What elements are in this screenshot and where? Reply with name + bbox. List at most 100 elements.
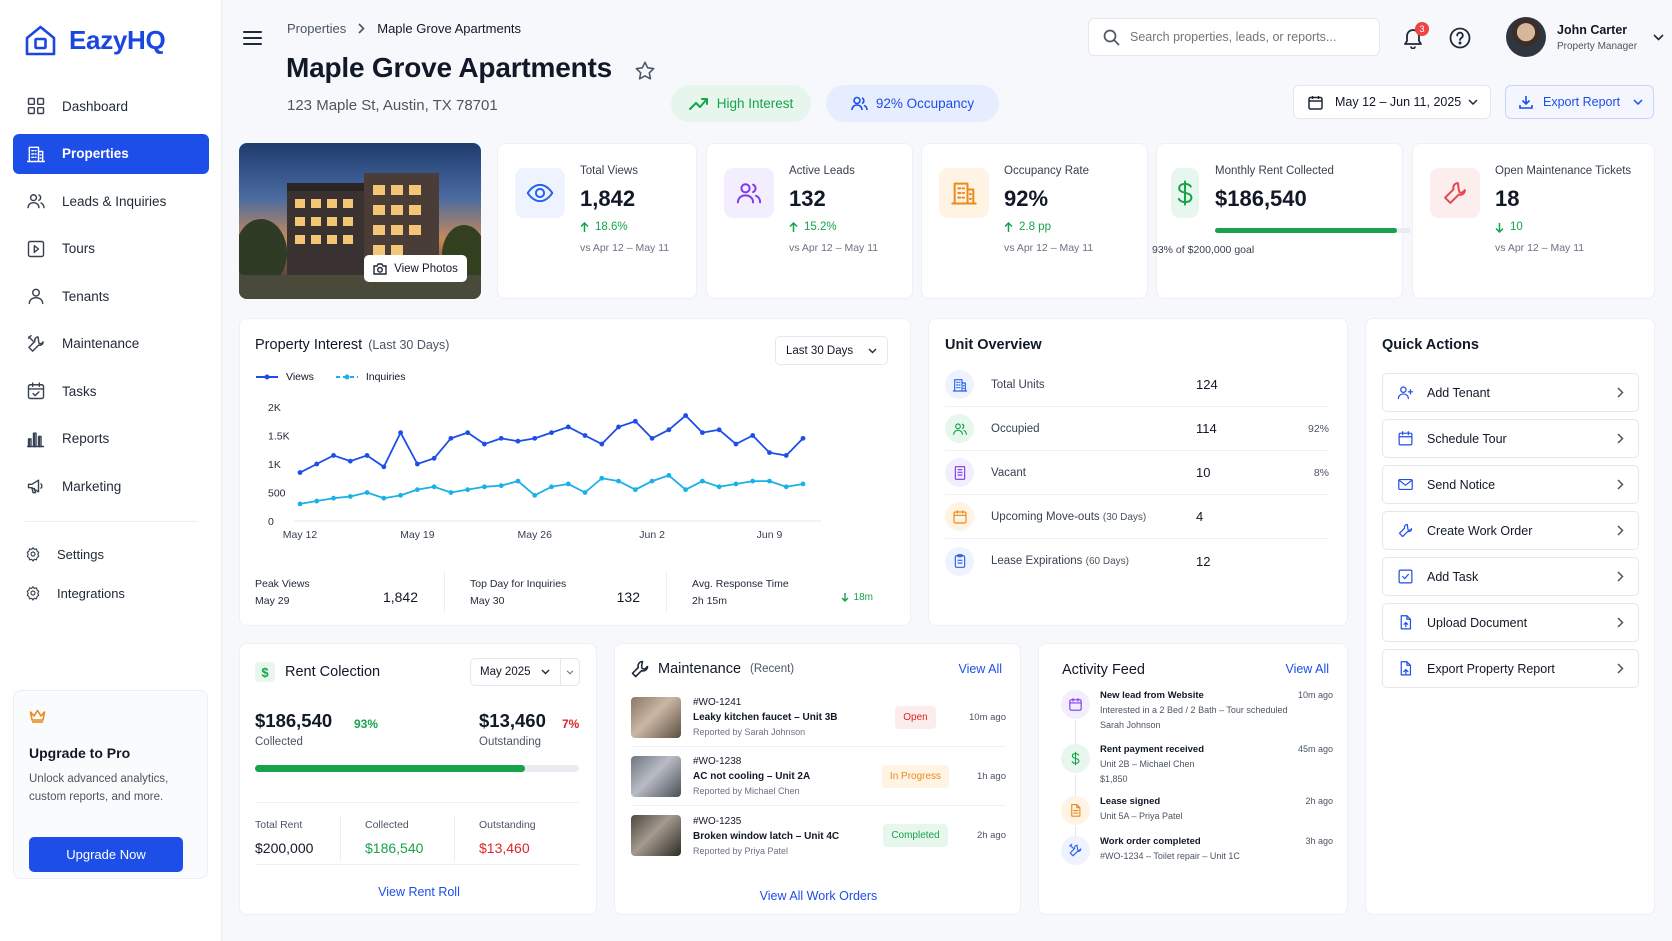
quick-action-create-work-order[interactable]: Create Work Order xyxy=(1382,511,1639,550)
app-logo[interactable]: EazyHQ xyxy=(24,24,166,57)
chevron-right-icon xyxy=(1617,571,1624,582)
date-range-picker[interactable]: May 12 – Jun 11, 2025 xyxy=(1293,85,1491,119)
data-point-inquiries xyxy=(716,484,722,490)
notification-count-badge: 3 xyxy=(1415,22,1429,36)
quick-action-export-property-report[interactable]: Export Property Report xyxy=(1382,649,1639,688)
rent-outstanding-label: Outstanding xyxy=(479,736,542,748)
nav-item-label: Dashboard xyxy=(62,98,129,114)
view-rent-roll-link[interactable]: View Rent Roll xyxy=(240,885,598,899)
nav-item-settings[interactable]: Settings xyxy=(13,537,209,571)
data-point-views xyxy=(381,464,387,470)
work-order-row[interactable]: #WO-1241 Leaky kitchen faucet – Unit 3B … xyxy=(631,688,1006,747)
data-point-inquiries xyxy=(549,484,554,490)
integration-icon xyxy=(25,585,41,601)
work-order-reporter: Reported by Priya Patel xyxy=(693,845,789,856)
chevron-down-icon xyxy=(868,348,877,354)
nav-item-label: Maintenance xyxy=(62,336,140,351)
nav-item-marketing[interactable]: Marketing xyxy=(13,466,209,506)
data-point-views xyxy=(767,450,772,455)
data-point-views xyxy=(783,453,789,458)
building-icon xyxy=(939,168,989,218)
activity-title: Work order completed xyxy=(1100,836,1201,847)
nav-item-dashboard[interactable]: Dashboard xyxy=(13,86,209,126)
search-input[interactable] xyxy=(1130,30,1370,44)
nav-item-tenants[interactable]: Tenants xyxy=(13,276,209,316)
activity-detail: Interested in a 2 Bed / 2 Bath – Tour sc… xyxy=(1100,705,1288,715)
kpi-card-total-views: Total Views 1,842 18.6% vs Apr 12 – May … xyxy=(497,143,697,299)
nav-item-label: Properties xyxy=(62,146,129,161)
data-point-views xyxy=(482,441,487,447)
legend-inquiries: Inquiries xyxy=(365,371,406,383)
rent-divider xyxy=(255,864,579,865)
star-icon[interactable] xyxy=(634,60,656,82)
dollar-icon xyxy=(1061,744,1090,773)
kpi-compare: vs Apr 12 – May 11 xyxy=(1495,242,1585,254)
chevron-down-icon xyxy=(1633,99,1643,105)
work-order-row[interactable]: #WO-1238 AC not cooling – Unit 2A Report… xyxy=(631,747,1006,806)
chevron-down-icon xyxy=(1653,33,1664,41)
nav-item-properties[interactable]: Properties xyxy=(13,133,209,174)
quick-action-add-tenant[interactable]: Add Tenant xyxy=(1382,373,1639,412)
quick-action-schedule-tour[interactable]: Schedule Tour xyxy=(1382,419,1639,458)
search-bar[interactable] xyxy=(1088,18,1380,56)
work-order-title: AC not cooling – Unit 2A xyxy=(693,771,811,782)
nav-item-leads-inquiries[interactable]: Leads & Inquiries xyxy=(13,181,209,221)
data-point-views xyxy=(616,424,621,430)
menu-icon[interactable] xyxy=(243,30,262,46)
nav-item-integrations[interactable]: Integrations xyxy=(13,576,209,610)
activity-item[interactable]: Work order completed 3h ago #WO-1234 – T… xyxy=(1061,836,1333,866)
work-order-time: 2h ago xyxy=(976,830,1006,841)
data-point-inquiries xyxy=(347,494,353,499)
data-point-inquiries xyxy=(767,478,772,484)
data-point-inquiries xyxy=(649,478,655,484)
view-all-work-orders-link[interactable]: View All Work Orders xyxy=(615,889,1022,903)
unit-label: Lease Expirations xyxy=(991,555,1083,567)
quick-actions-card: Quick Actions Add Tenant Schedule Tour S… xyxy=(1365,318,1655,915)
data-point-inquiries xyxy=(750,478,756,484)
data-point-inquiries xyxy=(532,492,538,498)
status-badge: In Progress xyxy=(881,764,950,788)
data-point-views xyxy=(750,433,756,438)
building-icon xyxy=(26,144,46,164)
unit-label: Total Units xyxy=(991,378,1045,391)
nav-item-reports[interactable]: Reports xyxy=(13,419,209,459)
export-report-button[interactable]: Export Report xyxy=(1505,85,1654,119)
nav-item-tours[interactable]: Tours xyxy=(13,229,209,269)
interest-range-dropdown[interactable]: Last 30 Days xyxy=(775,336,888,365)
quick-action-upload-document[interactable]: Upload Document xyxy=(1382,603,1639,642)
help-icon[interactable] xyxy=(1449,27,1471,49)
maintenance-view-all-link[interactable]: View All xyxy=(958,662,1002,676)
kpi-change: 2.8 pp xyxy=(1004,221,1093,233)
nav-item-tasks[interactable]: Tasks xyxy=(13,371,209,411)
activity-item[interactable]: Lease signed 2h ago Unit 5A – Priya Pate… xyxy=(1061,796,1333,856)
arrow-up-icon xyxy=(580,221,589,233)
users-icon xyxy=(945,414,974,443)
occupancy-badge: 92% Occupancy xyxy=(826,85,999,122)
building-icon xyxy=(945,370,974,399)
user-menu[interactable]: John Carter Property Manager xyxy=(1506,17,1664,57)
rent-month-dropdown[interactable]: May 2025 xyxy=(470,658,580,686)
quick-action-add-task[interactable]: Add Task xyxy=(1382,557,1639,596)
tools-icon xyxy=(26,334,46,354)
interest-subtitle: (Last 30 Days) xyxy=(368,338,450,352)
nav-item-label: Settings xyxy=(57,546,104,562)
nav-item-maintenance[interactable]: Maintenance xyxy=(13,324,209,364)
breadcrumb-properties[interactable]: Properties xyxy=(287,21,346,36)
kpi-change: 15.2% xyxy=(789,221,878,233)
stat-label: Peak Views xyxy=(255,577,310,590)
rent-total-value: $186,540 xyxy=(365,840,424,856)
wrench-icon xyxy=(631,660,649,678)
x-tick-label: May 19 xyxy=(400,529,435,541)
unit-value: 114 xyxy=(1196,421,1217,436)
data-point-inquiries xyxy=(700,478,705,484)
activity-view-all-link[interactable]: View All xyxy=(1285,662,1329,676)
upgrade-now-button[interactable]: Upgrade Now xyxy=(29,837,183,872)
crown-icon xyxy=(29,709,192,723)
activity-item[interactable]: Rent payment received 45m ago Unit 2B – … xyxy=(1061,744,1333,814)
work-order-row[interactable]: #WO-1235 Broken window latch – Unit 4C R… xyxy=(631,806,1006,865)
activity-item[interactable]: New lead from Website 10m ago Interested… xyxy=(1061,690,1333,760)
calendar-check-icon xyxy=(26,381,46,401)
unit-note: (60 Days) xyxy=(1085,556,1129,567)
view-photos-button[interactable]: View Photos xyxy=(364,255,467,282)
quick-action-send-notice[interactable]: Send Notice xyxy=(1382,465,1639,504)
